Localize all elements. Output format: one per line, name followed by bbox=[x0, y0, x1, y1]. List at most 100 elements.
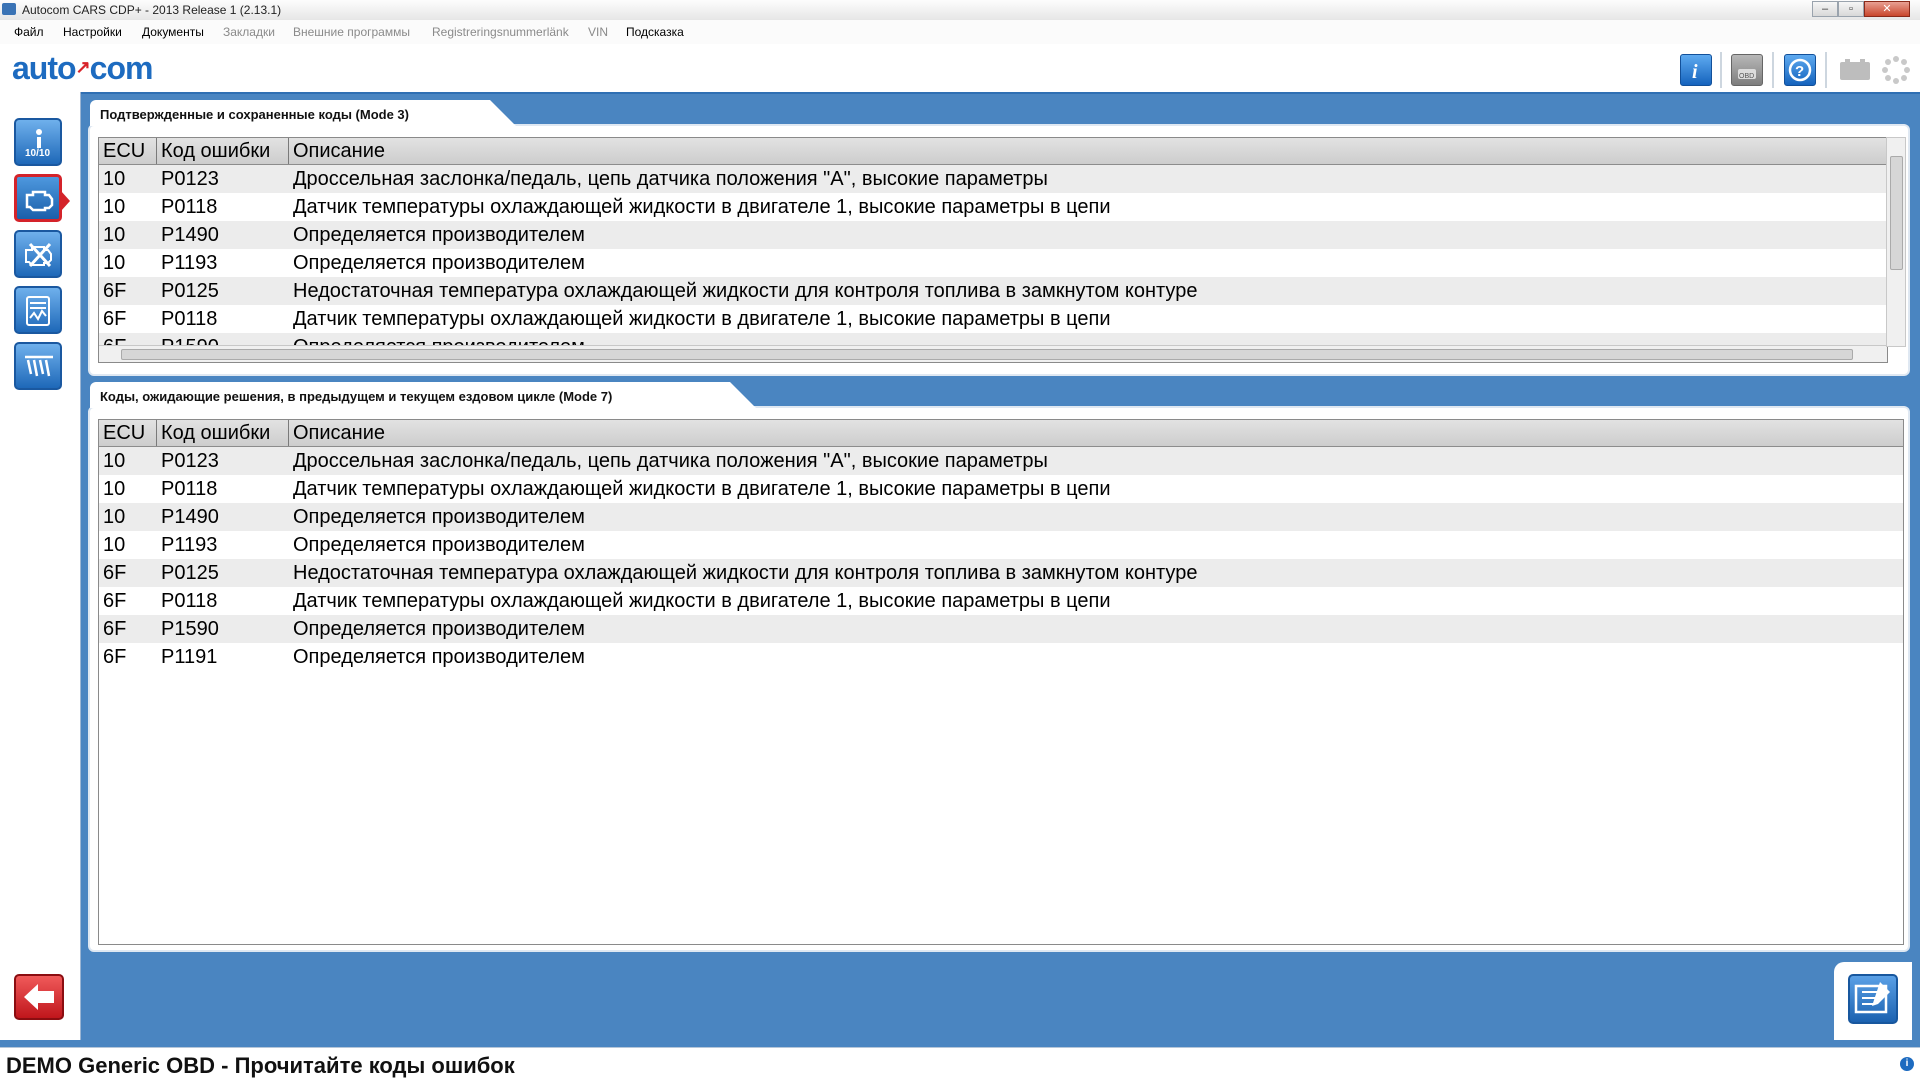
status-info-icon[interactable]: i bbox=[1900, 1057, 1914, 1071]
column-header-description[interactable]: Описание bbox=[289, 138, 1887, 164]
cell-description: Недостаточная температура охлаждающей жи… bbox=[293, 280, 1198, 302]
cell-description: Определяется производителем bbox=[293, 534, 585, 556]
help-icon[interactable]: ? bbox=[1784, 54, 1816, 86]
table-row[interactable]: 6F P0118 Датчик температуры охлаждающей жи… bbox=[99, 587, 1903, 615]
cell-code: P0118 bbox=[161, 196, 218, 218]
cell-description: Дроссельная заслонка/педаль, цепь датчик… bbox=[293, 450, 1048, 472]
sidebar-clear-codes[interactable] bbox=[14, 230, 62, 278]
cell-ecu: 10 bbox=[103, 252, 126, 274]
cell-ecu: 10 bbox=[103, 506, 126, 528]
cell-ecu: 6F bbox=[103, 618, 127, 640]
sidebar-connection-info[interactable]: 10/10 bbox=[14, 118, 62, 166]
cell-code: P0118 bbox=[161, 590, 218, 612]
menu-settings[interactable]: Настройки bbox=[63, 25, 122, 39]
pending-codes-title: Коды, ожидающие решения, в предыдущем и … bbox=[100, 389, 613, 404]
column-header-description[interactable]: Описание bbox=[289, 420, 1903, 446]
confirmed-codes-title: Подтвержденные и сохраненные коды (Mode … bbox=[100, 107, 409, 122]
obd-icon[interactable]: OBD bbox=[1731, 54, 1763, 86]
cell-description: Определяется производителем bbox=[293, 506, 585, 528]
cell-code: P0118 bbox=[161, 478, 218, 500]
menu-file[interactable]: Файл bbox=[14, 25, 44, 39]
save-report-button[interactable] bbox=[1848, 974, 1898, 1024]
sidebar-read-codes[interactable] bbox=[14, 174, 70, 222]
connection-info-icon: 10/10 bbox=[25, 129, 50, 159]
menu-documents[interactable]: Документы bbox=[142, 25, 204, 39]
cell-description: Определяется производителем bbox=[293, 224, 585, 246]
cell-code: P1590 bbox=[161, 618, 219, 640]
column-header-code[interactable]: Код ошибки bbox=[157, 420, 289, 446]
clear-codes-icon bbox=[25, 242, 52, 268]
engine-icon bbox=[25, 190, 54, 212]
cell-ecu: 10 bbox=[103, 224, 126, 246]
pending-codes-table: ECU Код ошибки Описание 10 P0123 Дроссельн… bbox=[98, 419, 1904, 945]
minimize-button[interactable]: – bbox=[1812, 1, 1838, 17]
menu-vin[interactable]: VIN bbox=[588, 25, 608, 39]
status-text: DEMO Generic OBD - Прочитайте коды ошибо… bbox=[6, 1053, 515, 1078]
cell-ecu: 6F bbox=[103, 562, 127, 584]
loading-icon bbox=[1880, 54, 1912, 86]
cell-ecu: 10 bbox=[103, 450, 126, 472]
cell-ecu: 10 bbox=[103, 478, 126, 500]
status-bar: DEMO Generic OBD - Прочитайте коды ошибо… bbox=[0, 1047, 1920, 1081]
table-row[interactable]: 10 P0118 Датчик температуры охлаждающей жи… bbox=[99, 475, 1903, 503]
cell-description: Определяется производителем bbox=[293, 618, 585, 640]
cell-ecu: 6F bbox=[103, 280, 127, 302]
cell-ecu: 6F bbox=[103, 646, 127, 668]
table-row[interactable]: 10 P0123 Дроссельная заслонка/педаль, цепь… bbox=[99, 165, 1887, 193]
table-row[interactable]: 10 P0123 Дроссельная заслонка/педаль, цепь… bbox=[99, 447, 1903, 475]
sidebar-oxygen-sensor[interactable] bbox=[14, 342, 62, 390]
svg-text:OBD: OBD bbox=[1739, 73, 1754, 80]
confirmed-codes-table: ECU Код ошибки Описание 10 P0123 Дроссельн… bbox=[98, 137, 1888, 363]
app-icon bbox=[2, 3, 16, 15]
svg-text:i: i bbox=[1692, 61, 1698, 83]
cell-ecu: 10 bbox=[103, 534, 126, 556]
cell-code: P0118 bbox=[161, 308, 218, 330]
vertical-scrollbar[interactable] bbox=[1886, 137, 1906, 347]
table-row[interactable]: 10 P1490 Определяется производителем bbox=[99, 221, 1887, 249]
pending-codes-tab: Коды, ожидающие решения, в предыдущем и … bbox=[90, 382, 756, 408]
table-row[interactable]: 10 P1193 Определяется производителем bbox=[99, 531, 1903, 559]
table-row[interactable]: 10 P1490 Определяется производителем bbox=[99, 503, 1903, 531]
cell-description: Определяется производителем bbox=[293, 252, 585, 274]
sidebar: 10/10 bbox=[0, 92, 81, 1040]
cell-ecu: 6F bbox=[103, 590, 127, 612]
table-row[interactable]: 10 P0118 Датчик температуры охлаждающей жи… bbox=[99, 193, 1887, 221]
close-button[interactable]: ✕ bbox=[1864, 1, 1910, 17]
menu-bookmarks[interactable]: Закладки bbox=[223, 25, 275, 39]
save-document-icon bbox=[1854, 982, 1890, 1014]
maximize-button[interactable]: ▫ bbox=[1838, 1, 1864, 17]
vertical-scroll-thumb[interactable] bbox=[1890, 156, 1903, 270]
menu-bar: Файл Настройки Документы Закладки Внешни… bbox=[0, 20, 1920, 44]
column-header-ecu[interactable]: ECU bbox=[99, 420, 157, 446]
sidebar-live-data[interactable] bbox=[14, 286, 62, 334]
horizontal-scrollbar[interactable] bbox=[99, 345, 1887, 362]
table-row[interactable]: 6F P0125 Недостаточная температура охлажда… bbox=[99, 277, 1887, 305]
table-header: ECU Код ошибки Описание bbox=[99, 420, 1903, 447]
table-row[interactable]: 6F P0118 Датчик температуры охлаждающей жи… bbox=[99, 305, 1887, 333]
horizontal-scroll-thumb[interactable] bbox=[121, 349, 1853, 360]
cell-code: P1490 bbox=[161, 224, 219, 246]
cell-description: Определяется производителем bbox=[293, 646, 585, 668]
cell-description: Датчик температуры охлаждающей жидкости … bbox=[293, 196, 1111, 218]
column-header-code[interactable]: Код ошибки bbox=[157, 138, 289, 164]
column-header-ecu[interactable]: ECU bbox=[99, 138, 157, 164]
table-row[interactable]: 6F P1590 Определяется производителем bbox=[99, 615, 1903, 643]
table-row[interactable]: 10 P1193 Определяется производителем bbox=[99, 249, 1887, 277]
menu-help[interactable]: Подсказка bbox=[626, 25, 684, 39]
menu-registration-link[interactable]: Registreringsnummerlänk bbox=[432, 25, 569, 39]
cell-ecu: 10 bbox=[103, 168, 126, 190]
back-arrow-icon bbox=[24, 984, 54, 1010]
cell-ecu: 6F bbox=[103, 308, 127, 330]
cell-code: P1193 bbox=[161, 534, 218, 556]
table-row[interactable]: 6F P0125 Недостаточная температура охлажда… bbox=[99, 559, 1903, 587]
cell-code: P0125 bbox=[161, 280, 219, 302]
svg-text:?: ? bbox=[1795, 63, 1804, 80]
menu-external-programs[interactable]: Внешние программы bbox=[293, 25, 410, 39]
info-icon[interactable]: i bbox=[1680, 54, 1712, 86]
save-report-area bbox=[1834, 962, 1912, 1040]
back-button[interactable] bbox=[14, 974, 64, 1020]
cell-code: P1193 bbox=[161, 252, 218, 274]
table-row[interactable]: 6F P1191 Определяется производителем bbox=[99, 643, 1903, 671]
cell-code: P0125 bbox=[161, 562, 219, 584]
cell-code: P0123 bbox=[161, 450, 219, 472]
